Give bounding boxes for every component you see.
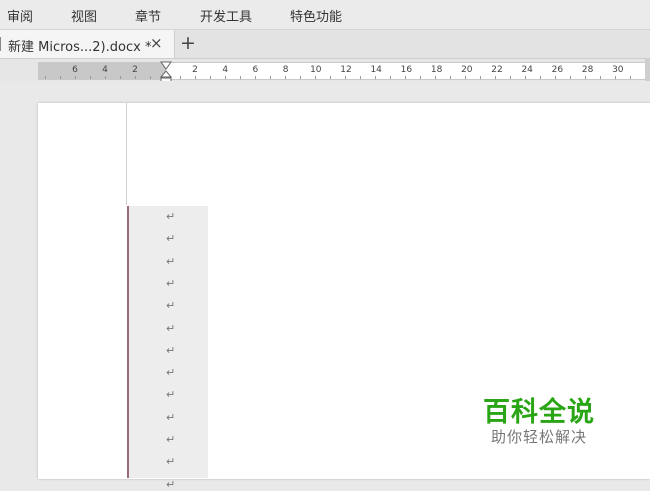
ruler-tick [300,76,301,79]
ruler-tick [225,76,226,79]
horizontal-ruler[interactable]: 642246810121416182022242628303 [38,61,650,83]
ruler-tick [105,76,106,79]
menu-special-features[interactable]: 特色功能 [290,6,342,25]
ruler-tick [90,76,91,79]
new-tab-plus-icon[interactable]: + [180,32,196,54]
ruler-tick [285,76,286,79]
ruler-tick-label: 22 [491,65,503,75]
watermark-title: 百科全说 [483,397,595,428]
ruler-tick-label: 30 [612,65,624,75]
ruler-tick-label: 12 [340,65,352,75]
ruler-tick [525,76,526,79]
ruler-tick [630,76,631,79]
paragraph-mark: ↵ [166,321,176,335]
watermark-subtitle: 助你轻松解决 [491,428,588,446]
document-tab[interactable]: 新建 Micros...2).docx * × [0,30,175,58]
tab-separator [0,37,1,51]
ruler-area: 642246810121416182022242628303 [0,59,650,83]
ruler-tick-label: 4 [222,65,229,75]
paragraph-mark: ↵ [166,210,176,223]
ruler-tick-label: 2 [132,65,138,75]
paragraph-mark: ↵ [166,254,176,268]
menu-section[interactable]: 章节 [135,6,161,25]
ruler-tick [75,76,76,79]
ruler-tick [465,76,466,79]
ruler-tick-label: 24 [521,65,533,75]
menu-view[interactable]: 视图 [71,6,97,25]
ruler-tick-label: 2 [192,65,198,75]
paragraph-mark: ↵ [166,410,176,424]
ruler-tick [180,76,181,79]
ruler-tick [45,76,46,79]
ruler-tick [60,76,61,79]
ruler-tick [510,76,511,79]
ruler-tick [150,76,151,79]
ruler-tick [240,76,241,79]
ruler-tick [330,76,331,79]
ruler-tick [600,76,601,79]
ruler-tick [540,76,541,79]
ruler-tick-label: 28 [581,65,594,75]
ruler-tick [570,76,571,79]
ruler-tick [585,76,586,79]
menu-review[interactable]: 审阅 [7,6,33,25]
ruler-tick-label: 26 [551,65,564,75]
paragraph-mark: ↵ [166,455,176,469]
ruler-tick-label: 18 [430,65,443,75]
ruler-tick-label: 6 [252,65,259,75]
ruler-tick-label: 14 [370,65,382,75]
ruler-tick [120,76,121,79]
paragraph-mark: ↵ [166,433,176,446]
document-tab-bar: 新建 Micros...2).docx * × + [0,30,650,59]
ruler-tick-label: 4 [102,65,108,75]
ruler-tick [435,76,436,79]
ruler-tick [270,76,271,79]
paragraph-mark: ↵ [166,477,176,491]
ruler-tick-label: 20 [461,65,473,75]
ruler-tick-label: 8 [282,65,289,75]
ruler-tick [135,76,136,79]
table-column[interactable]: ↵ ↵ ↵ ↵ ↵ ↵ ↵ ↵ ↵ ↵ ↵ ↵ ↵ [127,206,208,491]
ruler-tick [315,76,316,79]
paragraph-mark: ↵ [166,232,176,246]
ruler-tick [195,76,196,79]
ruler-tick [360,76,361,79]
ruler-tick [255,76,256,79]
ruler-tick [375,76,376,79]
paragraph-mark: ↵ [166,276,176,290]
ruler-tick-label: 6 [72,65,78,75]
ruler-tick [405,76,406,79]
ruler-tick [345,76,346,79]
ruler-tick [615,76,616,79]
ruler-tick-label: 16 [400,65,413,75]
ruler-tick-label: 10 [310,65,322,75]
document-tab-title: 新建 Micros...2).docx * [8,40,152,55]
paragraph-mark: ↵ [166,299,176,313]
ruler-tick [390,76,391,79]
paragraph-mark: ↵ [166,366,176,380]
close-icon[interactable]: × [150,34,163,52]
ruler-tick [165,76,166,79]
paragraph-mark: ↵ [166,343,176,357]
indent-marker-icon[interactable] [160,61,172,83]
menu-bar: 审阅 视图 章节 开发工具 特色功能 [0,0,650,30]
ruler-tick [555,76,556,79]
ruler-tick [420,76,421,79]
ruler-tick [480,76,481,79]
paragraph-mark: ↵ [166,388,176,402]
menu-developer-tools[interactable]: 开发工具 [200,6,252,25]
margin-guide [126,103,127,205]
ruler-tick [210,76,211,79]
ruler-tick [450,76,451,79]
ruler-tick [495,76,496,79]
